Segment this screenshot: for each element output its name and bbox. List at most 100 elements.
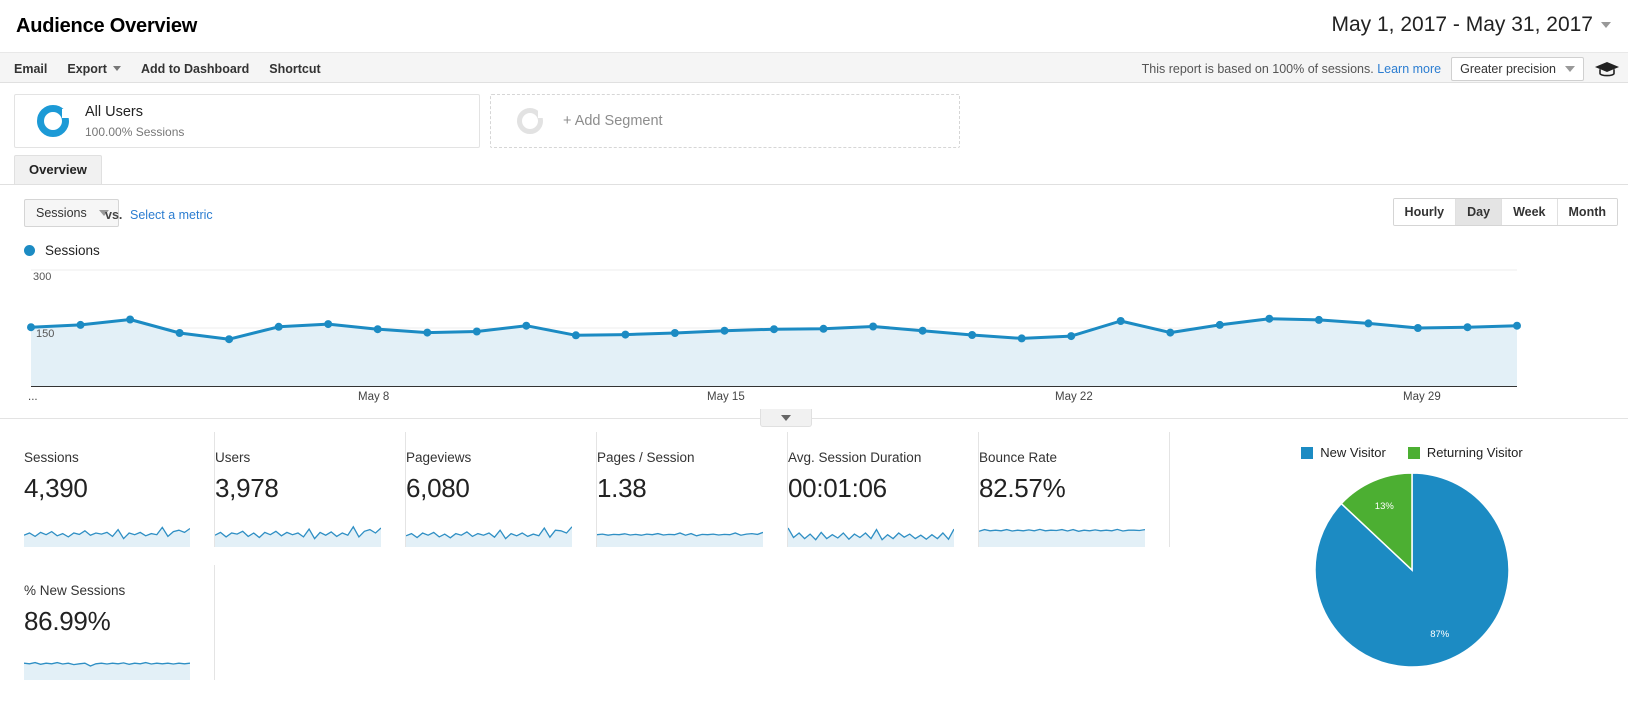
chart-data-point[interactable] <box>720 326 729 335</box>
metric-card-label: % New Sessions <box>24 583 126 598</box>
x-axis-line <box>31 386 1517 387</box>
metric-card[interactable]: % New Sessions 86.99% <box>24 565 215 680</box>
chart-data-point[interactable] <box>1463 323 1472 332</box>
pie-legend-label-new: New Visitor <box>1320 445 1386 460</box>
report-toolbar: Email Export Add to Dashboard Shortcut T… <box>0 52 1628 83</box>
metric-card-sparkline <box>406 526 572 547</box>
pie-slice-label: 13% <box>1375 501 1395 512</box>
metric-card-value: 1.38 <box>597 473 647 503</box>
chart-data-point[interactable] <box>770 325 778 334</box>
shortcut-label: Shortcut <box>269 61 321 76</box>
segment-donut-icon <box>37 105 69 137</box>
metric-card[interactable]: Bounce Rate 82.57% <box>979 432 1170 547</box>
chart-data-point[interactable] <box>472 327 481 336</box>
granularity-day[interactable]: Day <box>1456 199 1503 225</box>
chart-data-point[interactable] <box>1364 319 1373 328</box>
chart-data-point[interactable] <box>869 322 878 331</box>
vs-label: vs. <box>105 208 123 222</box>
chart-data-point[interactable] <box>373 325 382 334</box>
segment-subtext: 100.00% Sessions <box>85 124 185 139</box>
select-a-metric-link[interactable]: Select a metric <box>130 208 213 222</box>
page-title: Audience Overview <box>16 15 198 37</box>
chart-data-point[interactable] <box>225 335 234 344</box>
chart-data-point[interactable] <box>126 315 135 324</box>
metric-card-sparkline <box>788 527 954 547</box>
shortcut-button[interactable]: Shortcut <box>269 62 320 76</box>
metric-card-sparkline <box>215 525 381 547</box>
sessions-line-chart[interactable] <box>0 268 1628 408</box>
add-to-dashboard-button[interactable]: Add to Dashboard <box>141 62 249 76</box>
chart-data-point[interactable] <box>175 329 184 337</box>
export-button[interactable]: Export <box>67 62 121 76</box>
x-axis-tick-may8: May 8 <box>358 391 390 403</box>
email-label: Email <box>14 61 48 76</box>
chart-data-point[interactable] <box>1166 328 1175 337</box>
metric-card-row-secondary: % New Sessions 86.99% <box>0 565 1210 680</box>
chart-data-point[interactable] <box>1314 315 1323 324</box>
metric-card-sparkline <box>24 661 190 680</box>
granularity-hourly[interactable]: Hourly <box>1393 199 1457 225</box>
visitor-type-pie-panel: New Visitor Returning Visitor 87% 13% <box>1232 432 1592 682</box>
tab-overview[interactable]: Overview <box>14 155 102 184</box>
chart-data-point[interactable] <box>76 320 85 329</box>
chart-data-point[interactable] <box>1513 321 1521 330</box>
metric-card-label: Sessions <box>24 450 79 465</box>
chart-data-point[interactable] <box>1067 332 1076 341</box>
chart-data-point[interactable] <box>522 321 531 330</box>
chart-plot-area[interactable]: 300 150 ... May 8 May 15 May 22 May 29 <box>0 268 1628 408</box>
metric-cards: Sessions 4,390 Users 3,978 Pageviews 6,080 Pag… <box>0 432 1210 680</box>
metric-card-label: Pageviews <box>406 450 472 465</box>
chart-data-point[interactable] <box>621 330 630 339</box>
metric-card-value: 3,978 <box>215 473 279 503</box>
pie-legend-item-returning-visitor[interactable]: Returning Visitor <box>1407 445 1523 460</box>
chart-data-point[interactable] <box>918 326 927 335</box>
segment-all-users[interactable]: All Users 100.00% Sessions <box>14 94 480 148</box>
pie-legend-label-returning: Returning Visitor <box>1426 445 1523 460</box>
chevron-down-icon <box>781 414 791 421</box>
chart-data-point[interactable] <box>1017 334 1026 343</box>
chart-collapse-handle[interactable] <box>760 409 812 427</box>
chart-data-point[interactable] <box>1215 320 1224 329</box>
learn-more-link[interactable]: Learn more <box>1377 62 1441 76</box>
visitor-type-pie-chart[interactable]: 87% 13% <box>1312 470 1512 670</box>
pie-legend-swatch-new <box>1301 446 1314 459</box>
metric-card[interactable]: Avg. Session Duration 00:01:06 <box>788 432 979 547</box>
chart-data-point[interactable] <box>1265 314 1274 323</box>
chart-data-point[interactable] <box>423 328 432 337</box>
add-segment-button[interactable]: + Add Segment <box>490 94 960 148</box>
main-chart-panel: Sessions vs. Select a metric Hourly Day … <box>0 185 1628 435</box>
chart-data-point[interactable] <box>27 323 35 332</box>
chart-data-point[interactable] <box>1116 317 1125 325</box>
precision-dropdown[interactable]: Greater precision <box>1451 56 1584 81</box>
precision-label: Greater precision <box>1460 61 1556 76</box>
segment-text-block: All Users 100.00% Sessions <box>85 103 184 139</box>
toolbar-right: This report is based on 100% of sessions… <box>1142 53 1620 84</box>
metric-card[interactable]: Users 3,978 <box>215 432 406 547</box>
chart-series-legend: Sessions <box>24 243 100 258</box>
metric-card-value: 86.99% <box>24 606 111 636</box>
date-range-label: May 1, 2017 - May 31, 2017 <box>1331 13 1594 36</box>
legend-dot-icon <box>24 245 35 256</box>
legend-series-label: Sessions <box>45 243 100 258</box>
chart-data-point[interactable] <box>968 331 977 339</box>
chart-data-point[interactable] <box>571 331 580 340</box>
chart-data-point[interactable] <box>670 329 679 337</box>
chart-data-point[interactable] <box>324 320 333 329</box>
date-range-picker[interactable]: May 1, 2017 - May 31, 2017 <box>1321 8 1619 42</box>
chart-data-point[interactable] <box>819 324 828 333</box>
granularity-month[interactable]: Month <box>1557 199 1617 225</box>
analytics-audience-overview-page: Audience Overview May 1, 2017 - May 31, … <box>0 0 1628 703</box>
chart-data-point[interactable] <box>274 322 283 331</box>
metric-card-label: Pages / Session <box>597 450 695 465</box>
metric-card-value: 00:01:06 <box>788 473 887 503</box>
chart-data-point[interactable] <box>1413 324 1422 332</box>
granularity-week[interactable]: Week <box>1502 199 1558 225</box>
metric-card[interactable]: Sessions 4,390 <box>24 432 215 547</box>
pie-slice-label: 87% <box>1430 629 1450 640</box>
email-button[interactable]: Email <box>14 62 47 76</box>
metric-card[interactable]: Pages / Session 1.38 <box>597 432 788 547</box>
x-axis-tick-may22: May 22 <box>1055 391 1093 403</box>
metric-card[interactable]: Pageviews 6,080 <box>406 432 597 547</box>
graduation-cap-icon[interactable] <box>1594 60 1620 78</box>
pie-legend-item-new-visitor[interactable]: New Visitor <box>1301 445 1386 460</box>
